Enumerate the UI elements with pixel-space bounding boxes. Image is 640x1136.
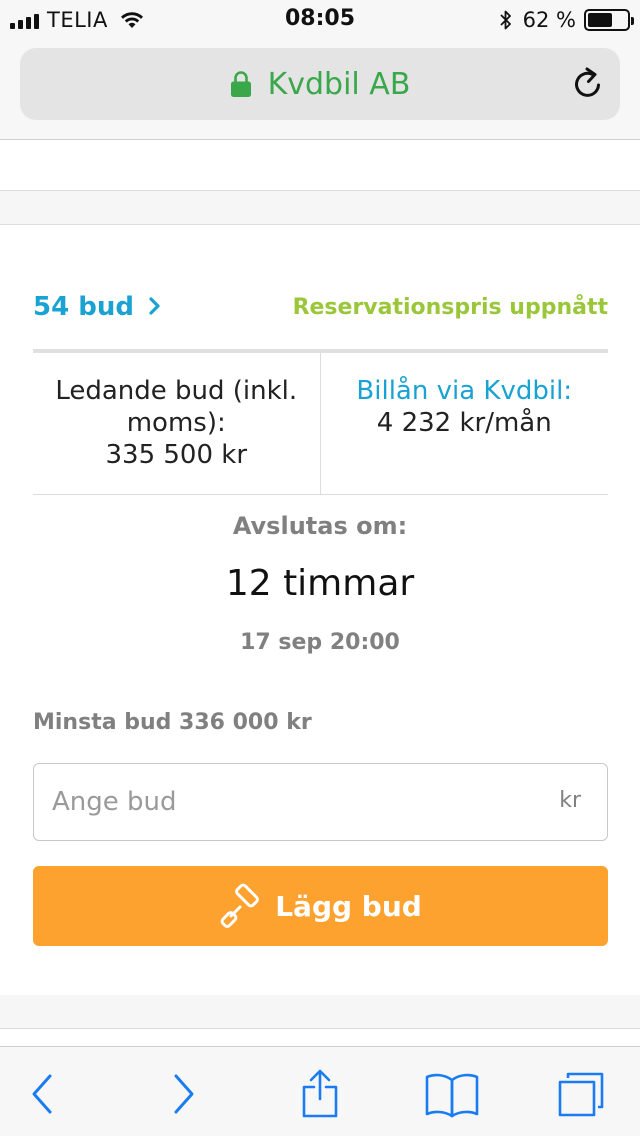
leading-bid-cell: Ledande bud (inkl. moms): 335 500 kr (33, 353, 321, 494)
browser-nav-area: Kvdbil AB (0, 40, 640, 140)
forward-button[interactable] (158, 1069, 208, 1119)
section-divider (0, 995, 640, 1029)
bookmarks-button[interactable] (424, 1069, 480, 1119)
loan-link[interactable]: Billån via Kvdbil: (321, 375, 609, 407)
back-icon (32, 1074, 52, 1114)
end-date: 17 sep 20:00 (240, 630, 400, 655)
bid-count-label: 54 bud (33, 292, 134, 322)
gavel-icon (220, 883, 260, 928)
time-remaining: 12 timmar (225, 563, 415, 604)
loan-cell[interactable]: Billån via Kvdbil: 4 232 kr/mån (321, 353, 609, 494)
back-button[interactable] (18, 1069, 68, 1119)
bid-count-link[interactable]: 54 bud (33, 292, 163, 322)
site-title: Kvdbil AB (267, 66, 411, 102)
currency-unit: kr (559, 788, 581, 813)
tabs-icon (558, 1072, 604, 1117)
section-divider (0, 191, 640, 225)
place-bid-button[interactable]: Lägg bud (33, 866, 608, 946)
forward-icon (174, 1074, 194, 1114)
battery-icon (584, 9, 634, 31)
bid-input[interactable] (52, 764, 532, 839)
share-button[interactable] (295, 1069, 345, 1119)
battery-level (588, 13, 612, 27)
reserve-status: Reservationspris uppnått (292, 295, 608, 320)
minimum-bid: Minsta bud 336 000 kr (33, 710, 312, 735)
status-right: 62 % (499, 8, 634, 32)
ends-label: Avslutas om: (232, 512, 408, 540)
bookmarks-icon (425, 1073, 479, 1118)
content-header-row (0, 141, 640, 191)
share-icon (302, 1069, 338, 1118)
place-bid-label: Lägg bud (275, 889, 422, 923)
bid-info-grid: Ledande bud (inkl. moms): 335 500 kr Bil… (33, 353, 608, 495)
lock-icon (230, 71, 251, 97)
reload-icon[interactable] (570, 66, 606, 102)
leading-bid-label: Ledande bud (inkl. moms): (55, 376, 298, 438)
browser-toolbar (0, 1046, 640, 1136)
tabs-button[interactable] (556, 1069, 606, 1119)
status-bar: TELIA 08:05 62 % (0, 0, 640, 40)
bid-input-field[interactable]: kr (33, 763, 608, 841)
address-bar[interactable]: Kvdbil AB (20, 48, 620, 120)
battery-percent: 62 % (522, 8, 576, 32)
bluetooth-icon (500, 10, 511, 30)
loan-value: 4 232 kr/mån (376, 408, 552, 438)
leading-bid-value: 335 500 kr (105, 440, 248, 470)
chevron-right-icon (149, 297, 160, 315)
